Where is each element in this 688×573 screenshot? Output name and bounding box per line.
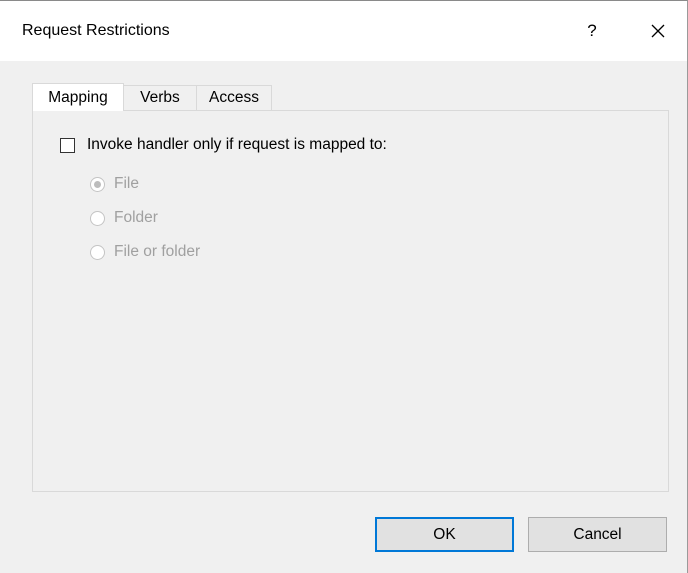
radio-folder xyxy=(90,210,105,226)
mapped-to-checkbox-row[interactable]: Invoke handler only if request is mapped… xyxy=(60,136,387,154)
mapping-tab-panel: Invoke handler only if request is mapped… xyxy=(32,110,669,492)
tab-access[interactable]: Access xyxy=(196,85,272,110)
close-icon xyxy=(651,24,665,38)
cancel-button[interactable]: Cancel xyxy=(528,517,667,552)
help-button[interactable]: ? xyxy=(570,13,614,49)
title-bar[interactable]: Request Restrictions ? xyxy=(0,1,687,61)
tab-verbs[interactable]: Verbs xyxy=(123,85,197,110)
radio-file-or-folder-row: File or folder xyxy=(90,243,200,261)
radio-file-or-folder xyxy=(90,244,105,260)
radio-file xyxy=(90,176,105,192)
ok-button[interactable]: OK xyxy=(375,517,514,552)
radio-file-row: File xyxy=(90,175,139,193)
radio-file-or-folder-label: File or folder xyxy=(114,243,201,260)
mapped-to-checkbox[interactable] xyxy=(60,137,75,153)
radio-file-label: File xyxy=(114,175,139,192)
close-button[interactable] xyxy=(636,13,680,49)
mapped-to-checkbox-label[interactable]: Invoke handler only if request is mapped… xyxy=(87,136,387,154)
request-restrictions-dialog: Request Restrictions ? Mapping Verbs Acc… xyxy=(0,0,688,573)
tab-mapping[interactable]: Mapping xyxy=(32,83,124,111)
dialog-body: Mapping Verbs Access Invoke handler only… xyxy=(0,61,687,573)
dialog-title: Request Restrictions xyxy=(22,22,170,39)
radio-folder-label: Folder xyxy=(114,209,158,226)
radio-folder-row: Folder xyxy=(90,209,158,227)
